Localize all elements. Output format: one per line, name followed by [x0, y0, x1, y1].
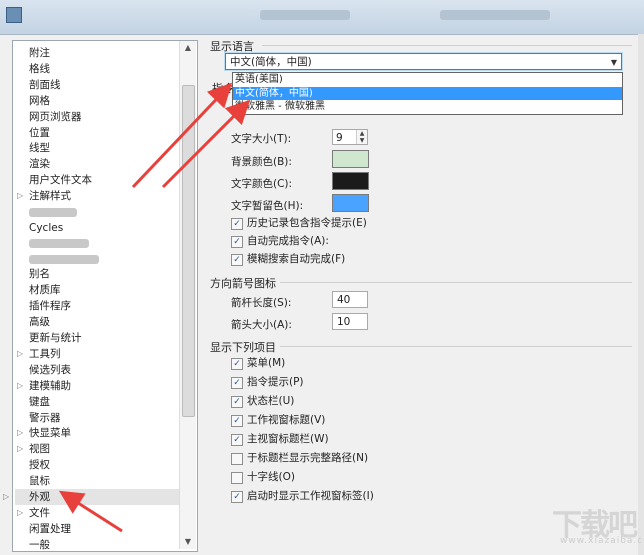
annotation-arrows [58, 82, 251, 533]
watermark-url: www.xiazaiba.com [560, 536, 644, 546]
annotation-arrow [161, 99, 251, 189]
watermark-logo: 下载吧 www.xiazaiba.com [520, 498, 644, 550]
annotation-arrow [58, 490, 123, 533]
